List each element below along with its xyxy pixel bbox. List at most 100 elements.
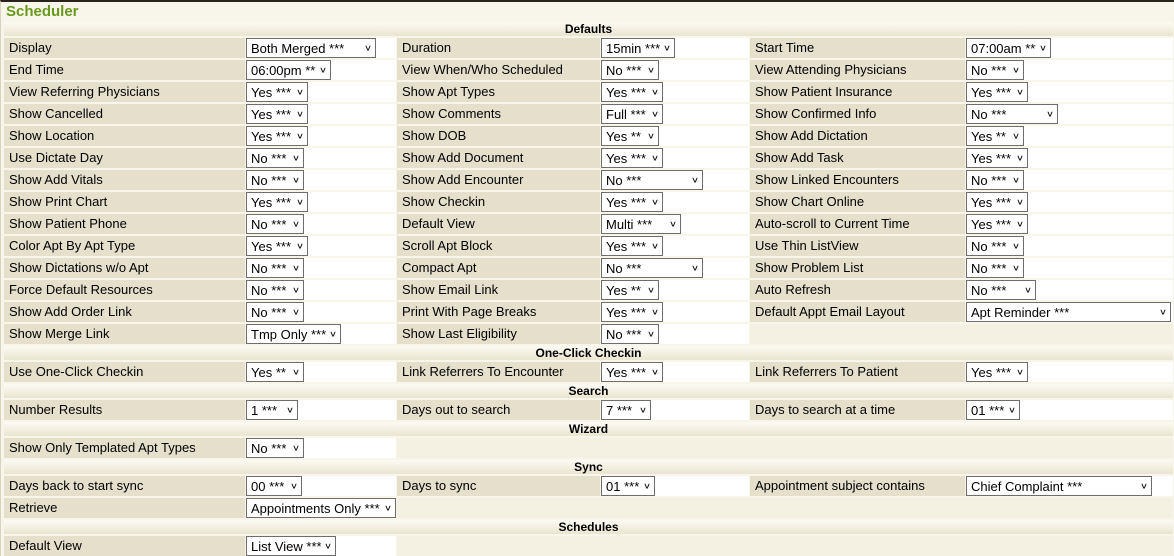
- select-link-referrers-to-encounter[interactable]: Yes ***∨: [601, 362, 663, 382]
- select-number-results[interactable]: 1 ***∨: [246, 400, 298, 420]
- select-view-when-who-scheduled[interactable]: No ***∨: [601, 60, 659, 80]
- select-duration[interactable]: 15min ***∨: [601, 38, 675, 58]
- select-start-time[interactable]: 07:00am ***∨: [966, 38, 1051, 58]
- select-show-only-templated-apt-types[interactable]: No ***∨: [246, 438, 304, 458]
- field-label-show-add-vitals: Show Add Vitals: [4, 170, 245, 190]
- settings-row: Use Dictate DayNo ***∨Show Add DocumentY…: [4, 148, 1173, 168]
- chevron-down-icon: ∨: [647, 66, 655, 74]
- select-show-location[interactable]: Yes ***∨: [246, 126, 308, 146]
- selected-option: No ***: [971, 239, 1006, 254]
- chevron-down-icon: ∨: [651, 154, 659, 162]
- field-value-cell: 01 ***∨: [601, 476, 749, 496]
- field-value-cell: 00 ***∨: [246, 476, 396, 496]
- select-show-add-encounter[interactable]: No ***∨: [601, 170, 703, 190]
- field-label-end-time: End Time: [4, 60, 245, 80]
- select-default-view[interactable]: List View ***∨: [246, 536, 336, 556]
- selected-option: No ***: [606, 327, 641, 342]
- select-show-dob[interactable]: Yes **∨: [601, 126, 659, 146]
- select-end-time[interactable]: 06:00pm ***∨: [246, 60, 331, 80]
- select-show-add-document[interactable]: Yes ***∨: [601, 148, 663, 168]
- field-value-cell: Yes ***∨: [966, 82, 1173, 102]
- selected-option: Yes ***: [971, 217, 1011, 232]
- select-show-dictations-w-o-apt[interactable]: No ***∨: [246, 258, 304, 278]
- chevron-down-icon: ∨: [691, 264, 699, 272]
- select-show-add-vitals[interactable]: No ***∨: [246, 170, 304, 190]
- field-value-cell: No ***∨: [601, 258, 749, 278]
- select-show-checkin[interactable]: Yes ***∨: [601, 192, 663, 212]
- settings-row: Days back to start sync00 ***∨Days to sy…: [4, 476, 1173, 496]
- chevron-down-icon: ∨: [290, 482, 298, 490]
- field-label-auto-scroll-to-current-time: Auto-scroll to Current Time: [750, 214, 965, 234]
- field-label-link-referrers-to-encounter: Link Referrers To Encounter: [397, 362, 600, 382]
- select-show-merge-link[interactable]: Tmp Only ***∨: [246, 324, 341, 344]
- select-show-chart-online[interactable]: Yes ***∨: [966, 192, 1028, 212]
- select-link-referrers-to-patient[interactable]: Yes ***∨: [966, 362, 1028, 382]
- select-show-email-link[interactable]: Yes **∨: [601, 280, 659, 300]
- field-label-show-location: Show Location: [4, 126, 245, 146]
- select-auto-scroll-to-current-time[interactable]: Yes ***∨: [966, 214, 1028, 234]
- settings-row: Show Dictations w/o AptNo ***∨Compact Ap…: [4, 258, 1173, 278]
- select-days-to-sync[interactable]: 01 ***∨: [601, 476, 655, 496]
- select-show-comments[interactable]: Full ***∨: [601, 104, 663, 124]
- select-days-to-search-at-a-time[interactable]: 01 ***∨: [966, 400, 1020, 420]
- select-show-print-chart[interactable]: Yes ***∨: [246, 192, 308, 212]
- selected-option: 01 ***: [606, 479, 639, 494]
- select-days-out-to-search[interactable]: 7 ***∨: [601, 400, 651, 420]
- select-use-dictate-day[interactable]: No ***∨: [246, 148, 304, 168]
- select-show-linked-encounters[interactable]: No ***∨: [966, 170, 1024, 190]
- chevron-down-icon: ∨: [292, 308, 300, 316]
- select-display[interactable]: Both Merged ***∨: [246, 38, 376, 58]
- selected-option: No ***: [971, 63, 1006, 78]
- chevron-down-icon: ∨: [292, 368, 300, 376]
- field-label-default-view: Default View: [4, 536, 245, 556]
- select-view-attending-physicians[interactable]: No ***∨: [966, 60, 1024, 80]
- select-default-appt-email-layout[interactable]: Apt Reminder ***∨: [966, 302, 1171, 322]
- select-show-apt-types[interactable]: Yes ***∨: [601, 82, 663, 102]
- select-auto-refresh[interactable]: No ***∨: [966, 280, 1036, 300]
- select-show-last-eligibility[interactable]: No ***∨: [601, 324, 659, 344]
- field-label-show-comments: Show Comments: [397, 104, 600, 124]
- select-default-view[interactable]: Multi ***∨: [601, 214, 681, 234]
- select-show-patient-insurance[interactable]: Yes ***∨: [966, 82, 1028, 102]
- select-print-with-page-breaks[interactable]: Yes ***∨: [601, 302, 663, 322]
- select-compact-apt[interactable]: No ***∨: [601, 258, 703, 278]
- select-use-thin-listview[interactable]: No ***∨: [966, 236, 1024, 256]
- selected-option: Yes **: [606, 283, 641, 298]
- field-label-show-email-link: Show Email Link: [397, 280, 600, 300]
- field-label-view-attending-physicians: View Attending Physicians: [750, 60, 965, 80]
- chevron-down-icon: ∨: [691, 176, 699, 184]
- field-label-scroll-apt-block: Scroll Apt Block: [397, 236, 600, 256]
- select-show-patient-phone[interactable]: No ***∨: [246, 214, 304, 234]
- chevron-down-icon: ∨: [364, 44, 372, 52]
- field-label-show-patient-insurance: Show Patient Insurance: [750, 82, 965, 102]
- select-days-back-to-start-sync[interactable]: 00 ***∨: [246, 476, 302, 496]
- field-label-auto-refresh: Auto Refresh: [750, 280, 965, 300]
- select-show-confirmed-info[interactable]: No ***∨: [966, 104, 1058, 124]
- chevron-down-icon: ∨: [651, 198, 659, 206]
- section-header-one-click-checkin: One-Click Checkin: [4, 346, 1173, 360]
- select-view-referring-physicians[interactable]: Yes ***∨: [246, 82, 308, 102]
- field-label-number-results: Number Results: [4, 400, 245, 420]
- field-label-show-dictations-w-o-apt: Show Dictations w/o Apt: [4, 258, 245, 278]
- select-appointment-subject-contains[interactable]: Chief Complaint ***∨: [966, 476, 1152, 496]
- select-show-add-task[interactable]: Yes ***∨: [966, 148, 1028, 168]
- field-label-default-view: Default View: [397, 214, 600, 234]
- select-color-apt-by-apt-type[interactable]: Yes ***∨: [246, 236, 308, 256]
- selected-option: No ***: [251, 283, 286, 298]
- select-show-cancelled[interactable]: Yes ***∨: [246, 104, 308, 124]
- field-label-duration: Duration: [397, 38, 600, 58]
- field-label-days-to-sync: Days to sync: [397, 476, 600, 496]
- field-value-cell: Apt Reminder ***∨: [966, 302, 1173, 322]
- select-force-default-resources[interactable]: No ***∨: [246, 280, 304, 300]
- select-show-add-dictation[interactable]: Yes **∨: [966, 126, 1024, 146]
- select-show-problem-list[interactable]: No ***∨: [966, 258, 1024, 278]
- chevron-down-icon: ∨: [1016, 154, 1024, 162]
- field-value-cell: Yes ***∨: [246, 82, 396, 102]
- select-retrieve[interactable]: Appointments Only ***∨: [246, 498, 396, 518]
- empty-cell: [397, 498, 1173, 518]
- selected-option: No ***: [251, 217, 286, 232]
- select-use-one-click-checkin[interactable]: Yes **∨: [246, 362, 304, 382]
- select-show-add-order-link[interactable]: No ***∨: [246, 302, 304, 322]
- settings-row: Number Results1 ***∨Days out to search7 …: [4, 400, 1173, 420]
- select-scroll-apt-block[interactable]: Yes ***∨: [601, 236, 663, 256]
